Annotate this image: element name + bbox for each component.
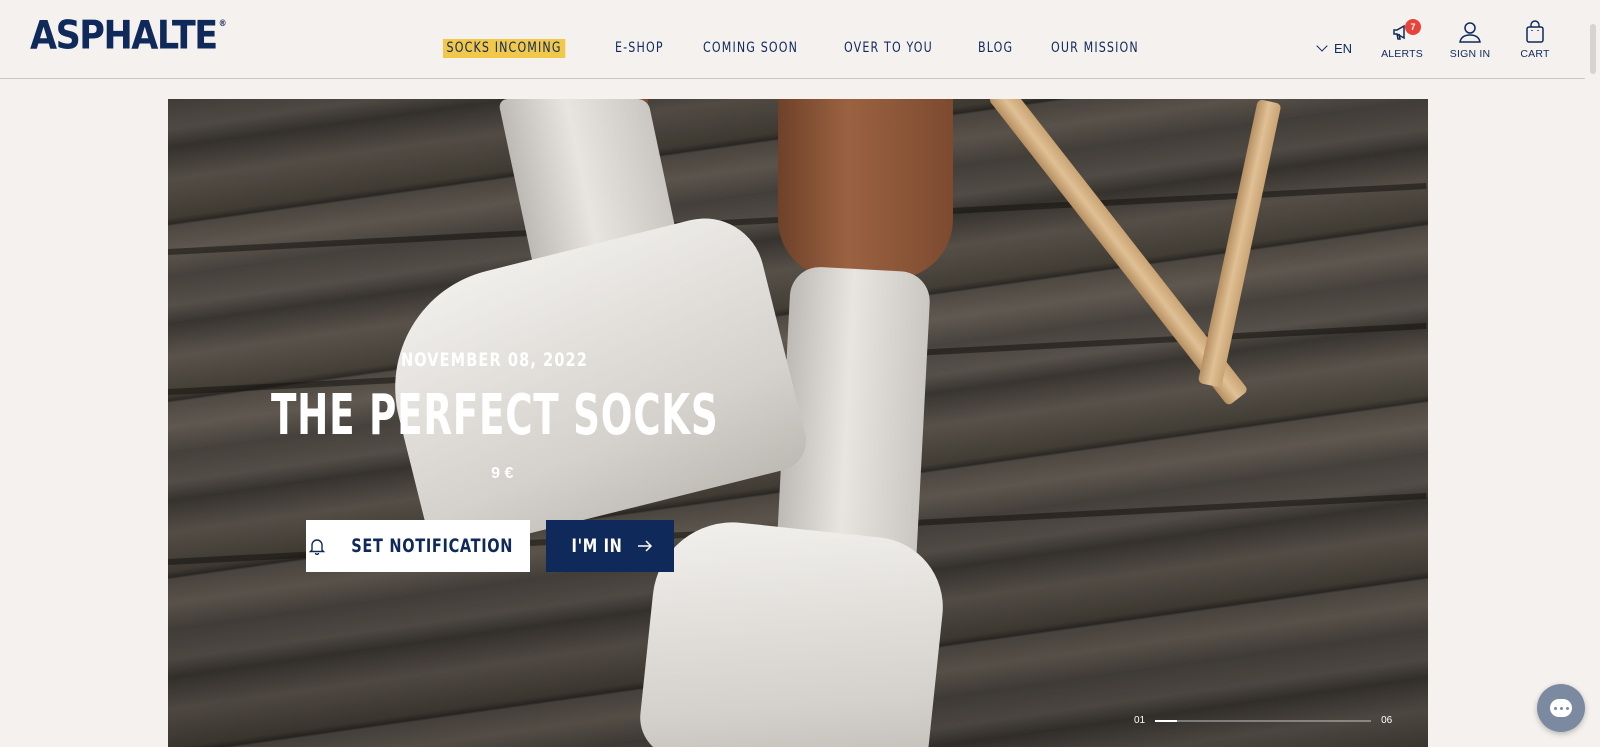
sign-in-button[interactable]: SIGN IN [1440,20,1500,60]
site-header: ASPHALTE ® SOCKS INCOMING E-SHOP COMING S… [0,0,1585,79]
nav-our-mission[interactable]: OUR MISSION [1051,40,1139,56]
hero-banner: NOVEMBER 08, 2022 THE PERFECT SOCKS 12 €… [168,99,1428,747]
chat-icon [1550,699,1572,717]
cart-button[interactable]: CART [1505,20,1565,60]
im-in-label: I'M IN [571,535,623,557]
nav-coming-soon[interactable]: COMING SOON [703,40,798,56]
logo-text: ASPHALTE [30,13,218,59]
arrow-right-icon [638,540,653,552]
hero-title: THE PERFECT SOCKS [271,383,719,448]
nav-over-to-you[interactable]: OVER TO YOU [844,40,933,56]
language-selector[interactable]: EN [1316,40,1353,56]
nav-e-shop[interactable]: E-SHOP [615,40,664,56]
hero-date: NOVEMBER 08, 2022 [401,349,588,371]
price-old: 12 € [446,465,478,482]
price-block: 12 € 9 € [446,465,513,483]
pager-progress [1155,719,1177,722]
price-new: 9 € [491,465,514,482]
set-notification-button[interactable]: SET NOTIFICATION [306,520,530,572]
shoe-right [636,514,950,747]
user-icon [1459,22,1481,43]
leg-skin [778,99,953,279]
pager-end: 06 [1381,715,1393,726]
chevron-down-icon [1316,40,1328,52]
scrollbar-thumb[interactable] [1590,24,1596,74]
pager-track[interactable] [1155,719,1372,722]
logo-mark: ® [218,18,227,29]
asphalte-logo[interactable]: ASPHALTE ® [30,13,227,59]
nav-socks-incoming[interactable]: SOCKS INCOMING [443,38,566,58]
bag-icon [1526,20,1544,43]
im-in-button[interactable]: I'M IN [546,520,674,572]
sign-in-label: SIGN IN [1449,48,1491,60]
pager-start: 01 [1134,715,1146,726]
cart-label: CART [1520,48,1550,60]
nav-blog[interactable]: BLOG [978,40,1013,56]
language-label: EN [1334,41,1353,56]
chat-button[interactable] [1537,684,1585,732]
set-notification-label: SET NOTIFICATION [351,535,513,557]
slide-pager[interactable]: 01 06 [1134,715,1392,726]
alerts-badge: 7 [1405,19,1421,35]
chair-leg [1197,99,1282,388]
shoe-left [369,205,813,558]
scrollbar[interactable] [1585,0,1600,747]
main-nav: SOCKS INCOMING E-SHOP COMING SOON OVER T… [443,38,1184,58]
alerts-label: ALERTS [1381,48,1423,60]
bell-icon [308,539,325,555]
alerts-button[interactable]: 7 ALERTS [1372,19,1432,60]
